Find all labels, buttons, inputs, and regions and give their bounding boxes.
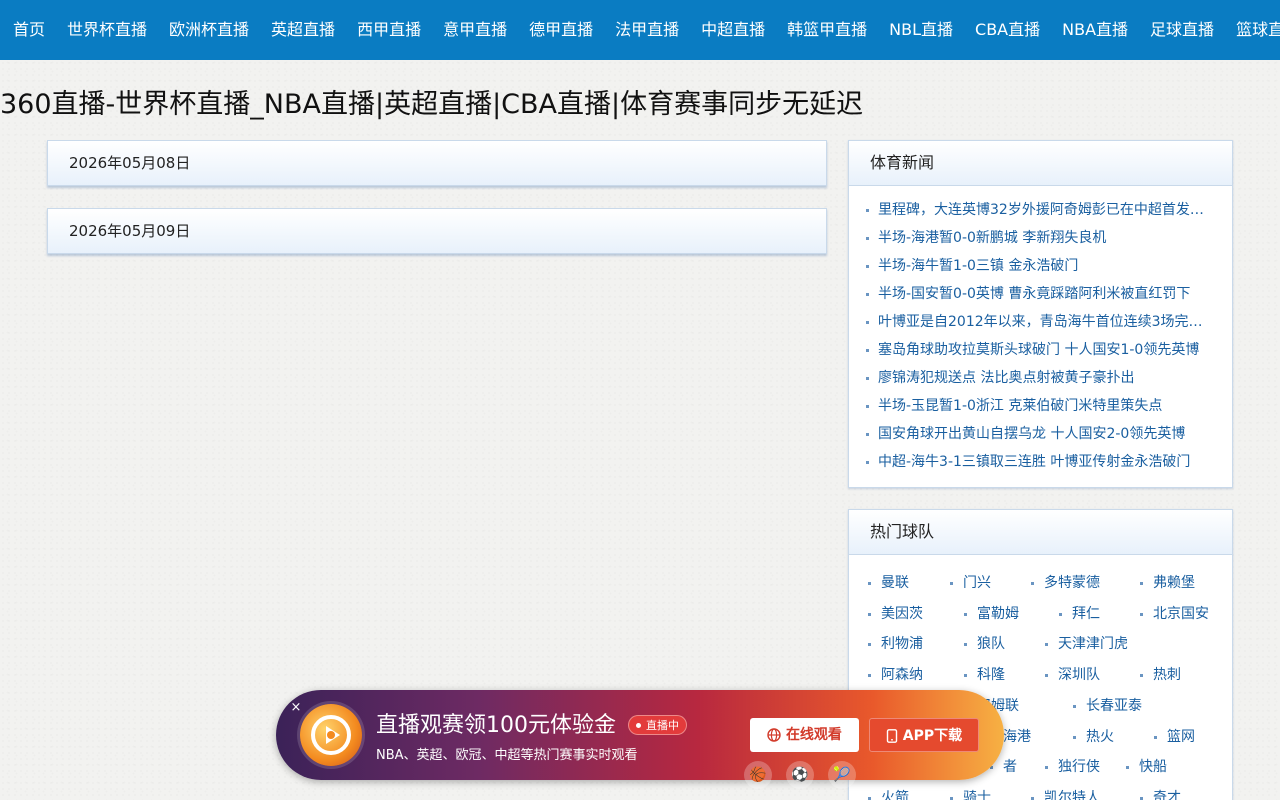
promo-banner[interactable]: × 直播观赛领100元体验金 直播中 NBA、英超、欧冠、中超等热门赛事实时观看… — [276, 690, 1004, 789]
news-item[interactable]: 叶博亚是自2012年以来，青岛海牛首位连续3场完成进球的本土球员 — [865, 308, 1212, 336]
team-link[interactable]: 科隆 — [963, 660, 1005, 690]
nav-kbl[interactable]: 韩篮甲直播 — [776, 0, 878, 60]
nav-euro[interactable]: 欧洲杯直播 — [158, 0, 260, 60]
basketball-icon: 🏀 — [744, 761, 772, 789]
nav-csl[interactable]: 中超直播 — [690, 0, 776, 60]
news-item[interactable]: 半场-海牛暂1-0三镇 金永浩破门 — [865, 252, 1212, 280]
nav-basketball[interactable]: 篮球直播 — [1225, 0, 1280, 60]
panel-heading: 热门球队 — [849, 510, 1232, 555]
team-link[interactable]: 独行侠 — [1044, 752, 1100, 782]
team-link[interactable]: 凯尔特人 — [1030, 783, 1100, 800]
team-link[interactable]: 富勒姆 — [963, 599, 1019, 629]
team-link[interactable]: 曼联 — [867, 568, 909, 598]
nav-home[interactable]: 首页 — [0, 0, 56, 60]
nav-la-liga[interactable]: 西甲直播 — [346, 0, 432, 60]
panel-heading: 体育新闻 — [849, 141, 1232, 186]
team-link[interactable]: 门兴 — [949, 568, 991, 598]
nav-nbl[interactable]: NBL直播 — [878, 0, 964, 60]
team-link[interactable]: 快船 — [1125, 752, 1167, 782]
team-link[interactable]: 长春亚泰 — [1072, 691, 1142, 721]
phone-icon — [886, 729, 898, 743]
sport-icons: 🏀 ⚽ 🎾 — [744, 761, 856, 789]
promo-headline: 直播观赛领100元体验金 — [376, 713, 616, 738]
date-bar[interactable]: 2026年05月08日 — [47, 140, 827, 186]
team-link[interactable]: 火箭 — [867, 783, 909, 800]
news-item[interactable]: 里程碑，大连英博32岁外援阿奇姆彭已在中超首发出场100次 — [865, 196, 1212, 224]
promo-subtitle: NBA、英超、欧冠、中超等热门赛事实时观看 — [376, 748, 638, 763]
play-logo-icon — [311, 715, 351, 755]
date-bar[interactable]: 2026年05月09日 — [47, 208, 827, 254]
team-link[interactable]: 多特蒙德 — [1030, 568, 1100, 598]
football-icon: ⚽ — [786, 761, 814, 789]
team-link[interactable]: 奇才 — [1139, 783, 1181, 800]
team-link[interactable]: 热火 — [1072, 722, 1114, 752]
team-link[interactable]: 利物浦 — [867, 629, 923, 659]
nav-ligue-1[interactable]: 法甲直播 — [604, 0, 690, 60]
page-title: 360直播-世界杯直播_NBA直播|英超直播|CBA直播|体育赛事同步无延迟 — [0, 89, 864, 120]
nav-nba[interactable]: NBA直播 — [1051, 0, 1139, 60]
nav-bundesliga[interactable]: 德甲直播 — [518, 0, 604, 60]
news-item[interactable]: 廖锦涛犯规送点 法比奥点射被黄子豪扑出 — [865, 364, 1212, 392]
team-link[interactable]: 热刺 — [1139, 660, 1181, 690]
globe-icon — [767, 728, 781, 742]
watch-online-label: 在线观看 — [785, 727, 842, 743]
nav-world-cup[interactable]: 世界杯直播 — [56, 0, 158, 60]
team-link[interactable]: 狼队 — [963, 629, 1005, 659]
team-link[interactable]: 深圳队 — [1044, 660, 1100, 690]
news-item[interactable]: 中超-海牛3-1三镇取三连胜 叶博亚传射金永浩破门 — [865, 448, 1212, 476]
app-logo-icon — [300, 704, 362, 766]
app-download-button[interactable]: APP下载 — [869, 718, 979, 752]
team-link[interactable]: 阿森纳 — [867, 660, 923, 690]
team-link[interactable]: 骑士 — [949, 783, 991, 800]
news-item[interactable]: 半场-玉昆暂1-0浙江 克莱伯破门米特里策失点 — [865, 392, 1212, 420]
nav-serie-a[interactable]: 意甲直播 — [432, 0, 518, 60]
news-item[interactable]: 塞岛角球助攻拉莫斯头球破门 十人国安1-0领先英博 — [865, 336, 1212, 364]
team-link[interactable]: 拜仁 — [1058, 599, 1100, 629]
tennis-icon: 🎾 — [828, 761, 856, 789]
nav-football[interactable]: 足球直播 — [1139, 0, 1225, 60]
team-link[interactable]: 天津津门虎 — [1044, 629, 1128, 659]
live-badge: 直播中 — [628, 715, 687, 735]
news-list: 里程碑，大连英博32岁外援阿奇姆彭已在中超首发出场100次 半场-海港暂0-0新… — [849, 186, 1232, 476]
sports-news-panel: 体育新闻 里程碑，大连英博32岁外援阿奇姆彭已在中超首发出场100次 半场-海港… — [848, 140, 1233, 488]
team-link[interactable]: 美因茨 — [867, 599, 923, 629]
team-link[interactable]: 篮网 — [1153, 722, 1195, 752]
team-link[interactable]: 北京国安 — [1139, 599, 1209, 629]
news-item[interactable]: 国安角球开出黄山自摆乌龙 十人国安2-0领先英博 — [865, 420, 1212, 448]
team-link[interactable]: 弗赖堡 — [1139, 568, 1195, 598]
app-download-label: APP下载 — [902, 728, 963, 744]
news-item[interactable]: 半场-海港暂0-0新鹏城 李新翔失良机 — [865, 224, 1212, 252]
nav-cba[interactable]: CBA直播 — [964, 0, 1051, 60]
nav-premier-league[interactable]: 英超直播 — [260, 0, 346, 60]
news-item[interactable]: 半场-国安暂0-0英博 曹永竟踩踏阿利米被直红罚下 — [865, 280, 1212, 308]
top-nav: 首页 世界杯直播 欧洲杯直播 英超直播 西甲直播 意甲直播 德甲直播 法甲直播 … — [0, 0, 1280, 60]
watch-online-button[interactable]: 在线观看 — [750, 718, 859, 752]
